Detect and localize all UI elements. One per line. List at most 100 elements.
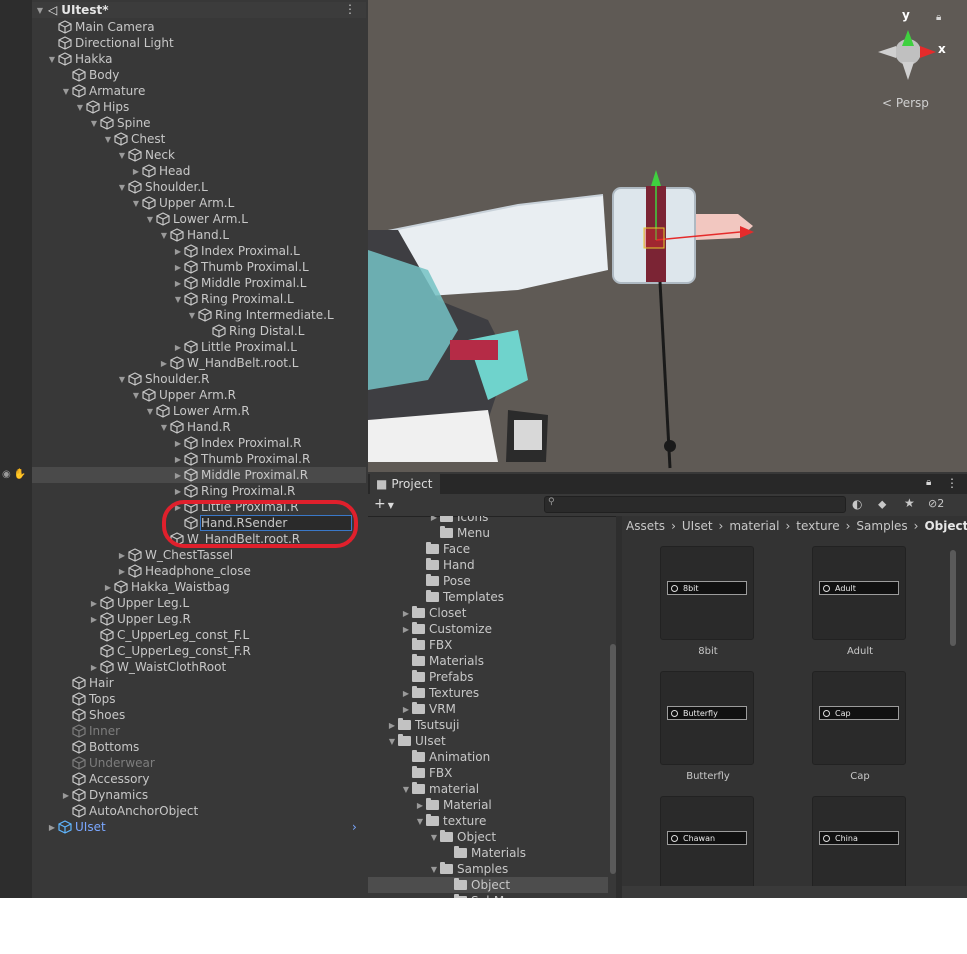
collapsed-arrow-icon[interactable]: ▶	[172, 439, 184, 448]
hierarchy-row[interactable]: ▶ Ring Proximal.R	[172, 483, 295, 499]
more-options-icon[interactable]: ⋮	[344, 2, 356, 16]
hierarchy-row[interactable]: AutoAnchorObject	[60, 803, 198, 819]
collapsed-arrow-icon[interactable]: ▶	[158, 359, 170, 368]
folder-tree-item[interactable]: SubMenu	[442, 893, 527, 898]
projection-toggle[interactable]: < Persp	[882, 96, 929, 110]
more-options-icon[interactable]: ⋮	[946, 476, 958, 490]
collapsed-arrow-icon[interactable]: ▶	[172, 471, 184, 480]
hierarchy-row[interactable]: ▼ Lower Arm.R	[144, 403, 250, 419]
hierarchy-row[interactable]: ▶ Little Proximal.L	[172, 339, 297, 355]
folder-tree-item[interactable]: FBX	[400, 765, 452, 781]
collapsed-arrow-icon[interactable]: ▶	[116, 567, 128, 576]
asset-tile[interactable]: 8bit 8bit	[660, 546, 756, 657]
hierarchy-row[interactable]: ▼ Hips	[74, 99, 129, 115]
folder-tree-item[interactable]: ▶ Tsutsuji	[386, 717, 459, 733]
asset-scrollbar[interactable]	[950, 550, 956, 646]
hierarchy-row[interactable]: ▼ Upper Arm.R	[130, 387, 236, 403]
folder-tree-item[interactable]: ▶ Closet	[400, 605, 466, 621]
hierarchy-row[interactable]: ▼ Ring Intermediate.L	[186, 307, 334, 323]
expanded-arrow-icon[interactable]: ▼	[116, 151, 128, 160]
expanded-arrow-icon[interactable]: ▼	[116, 375, 128, 384]
hierarchy-row[interactable]: Bottoms	[60, 739, 139, 755]
hierarchy-row[interactable]: ▼ Ring Proximal.L	[172, 291, 294, 307]
hierarchy-row[interactable]: ▶ Middle Proximal.L	[172, 275, 307, 291]
folder-tree-item[interactable]: ▼ Object	[428, 829, 496, 845]
hierarchy-row[interactable]: ▶ W_HandBelt.root.L	[158, 355, 299, 371]
hierarchy-row[interactable]: ▼ Armature	[60, 83, 145, 99]
collapsed-arrow-icon[interactable]: ▶	[400, 689, 412, 698]
hierarchy-row[interactable]: ▶ Middle Proximal.R	[172, 467, 308, 483]
folder-tree-item[interactable]: ▶ Icons	[428, 516, 488, 525]
lock-icon[interactable]: 🔒︎	[926, 477, 931, 488]
hierarchy-row[interactable]: ▶ Index Proximal.R	[172, 435, 302, 451]
hierarchy-row[interactable]: ▼ Neck	[116, 147, 175, 163]
collapsed-arrow-icon[interactable]: ▶	[172, 279, 184, 288]
collapsed-arrow-icon[interactable]: ▶	[172, 455, 184, 464]
breadcrumb-item[interactable]: Assets	[626, 519, 665, 533]
collapsed-arrow-icon[interactable]: ▶	[172, 247, 184, 256]
collapsed-arrow-icon[interactable]: ▶	[116, 551, 128, 560]
hierarchy-row[interactable]: Underwear	[60, 755, 155, 771]
collapsed-arrow-icon[interactable]: ▶	[400, 705, 412, 714]
expanded-arrow-icon[interactable]: ▼	[88, 119, 100, 128]
hierarchy-row[interactable]: ▶ Head	[130, 163, 190, 179]
hierarchy-row[interactable]: Ring Distal.L	[200, 323, 304, 339]
hierarchy-row[interactable]: ▶ Index Proximal.L	[172, 243, 300, 259]
scene-view[interactable]: y x 🔒︎ < Persp	[368, 0, 967, 472]
hierarchy-row[interactable]: Hair	[60, 675, 114, 691]
search-input[interactable]: ⚲	[544, 496, 846, 513]
collapsed-arrow-icon[interactable]: ▶	[400, 609, 412, 618]
folder-tree-item[interactable]: ▼ material	[400, 781, 479, 797]
filter-by-type-icon[interactable]: ◐	[852, 497, 862, 511]
hierarchy-row[interactable]: Main Camera	[46, 19, 155, 35]
folder-tree-item[interactable]: ▶ Material	[414, 797, 492, 813]
expanded-arrow-icon[interactable]: ▼	[414, 817, 426, 826]
hierarchy-row[interactable]: ▶ UIset ›	[46, 819, 357, 835]
folder-tree-item[interactable]: Menu	[428, 525, 490, 541]
chevron-right-icon[interactable]: ›	[352, 820, 357, 834]
expanded-arrow-icon[interactable]: ▼	[186, 311, 198, 320]
folder-tree-item[interactable]: Materials	[442, 845, 526, 861]
collapsed-arrow-icon[interactable]: ▶	[88, 663, 100, 672]
hierarchy-row[interactable]: ▼ Hand.R	[158, 419, 231, 435]
hierarchy-row[interactable]: ▼ Shoulder.R	[116, 371, 210, 387]
hierarchy-row[interactable]: ▶ Upper Leg.R	[88, 611, 191, 627]
collapsed-arrow-icon[interactable]: ▶	[60, 791, 72, 800]
hierarchy-row[interactable]: ▼ Upper Arm.L	[130, 195, 234, 211]
expanded-arrow-icon[interactable]: ▼	[60, 87, 72, 96]
favorites-icon[interactable]: ★	[904, 496, 915, 510]
asset-tile[interactable]: Adult Adult	[812, 546, 908, 657]
hierarchy-row[interactable]: ▼ Lower Arm.L	[144, 211, 248, 227]
hierarchy-row[interactable]: ▶ Dynamics	[60, 787, 148, 803]
expand-arrow-icon[interactable]: ▼	[34, 6, 46, 15]
expanded-arrow-icon[interactable]: ▼	[428, 833, 440, 842]
folder-tree-item[interactable]: Face	[414, 541, 470, 557]
breadcrumb-item[interactable]: Samples	[856, 519, 907, 533]
zoom-slider-bar[interactable]	[622, 886, 967, 898]
folder-tree-item[interactable]: Templates	[414, 589, 504, 605]
hierarchy-row[interactable]: ▶ Headphone_close	[116, 563, 251, 579]
visibility-eye-icon[interactable]: ◉ ✋	[2, 469, 26, 480]
hierarchy-row[interactable]: ▼ Spine	[88, 115, 151, 131]
expanded-arrow-icon[interactable]: ▼	[158, 231, 170, 240]
lock-icon[interactable]: 🔒︎	[936, 12, 941, 23]
asset-tile[interactable]: Chawan	[660, 796, 756, 886]
folder-tree-item[interactable]: ▶ Textures	[400, 685, 479, 701]
breadcrumb-item[interactable]: UIset	[682, 519, 713, 533]
folder-tree-item[interactable]: Object	[442, 877, 510, 893]
collapsed-arrow-icon[interactable]: ▶	[88, 615, 100, 624]
expanded-arrow-icon[interactable]: ▼	[428, 865, 440, 874]
hidden-packages-toggle[interactable]: ⊘2	[928, 497, 944, 510]
collapsed-arrow-icon[interactable]: ▶	[386, 721, 398, 730]
expanded-arrow-icon[interactable]: ▼	[386, 737, 398, 746]
hierarchy-row[interactable]: Accessory	[60, 771, 149, 787]
expanded-arrow-icon[interactable]: ▼	[46, 55, 58, 64]
collapsed-arrow-icon[interactable]: ▶	[46, 823, 58, 832]
hierarchy-row[interactable]: ▼ Shoulder.L	[116, 179, 208, 195]
hierarchy-row[interactable]: ▶ Upper Leg.L	[88, 595, 189, 611]
scene-title-row[interactable]: ▼ ◁ UItest*	[32, 2, 109, 18]
breadcrumb-item[interactable]: material	[729, 519, 779, 533]
folder-tree-item[interactable]: ▼ UIset	[386, 733, 446, 749]
hierarchy-row[interactable]: ▶ Thumb Proximal.R	[172, 451, 310, 467]
collapsed-arrow-icon[interactable]: ▶	[172, 343, 184, 352]
